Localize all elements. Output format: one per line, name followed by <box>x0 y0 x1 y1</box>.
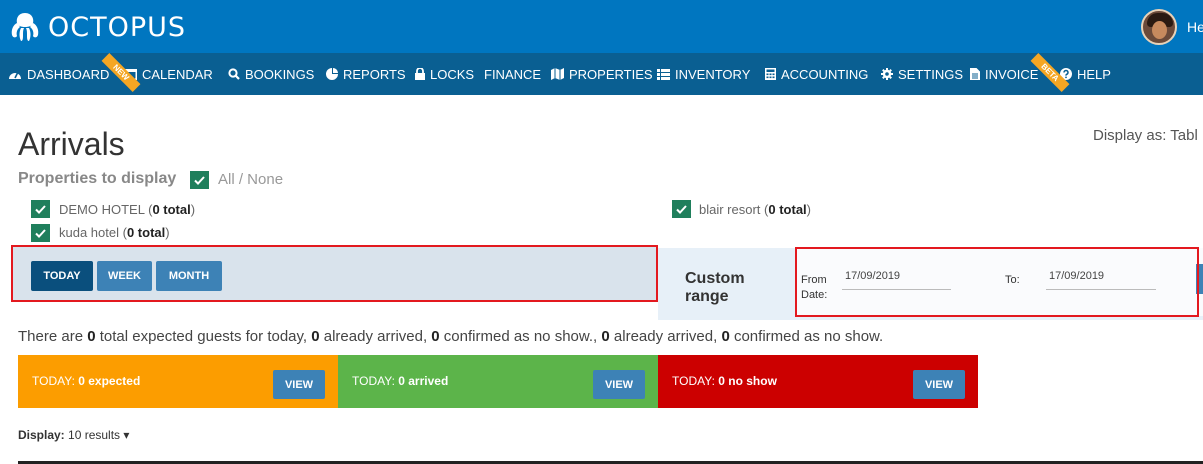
nav-settings[interactable]: SETTINGS <box>881 53 963 95</box>
nav-inventory[interactable]: INVENTORY <box>657 53 750 95</box>
brand-name: OCTOPUS <box>48 11 187 43</box>
highlight-box <box>11 245 658 302</box>
view-arrived-button[interactable]: VIEW <box>593 370 645 399</box>
logo[interactable]: OCTOPUS <box>8 10 186 44</box>
view-expected-button[interactable]: VIEW <box>273 370 325 399</box>
property-label-kuda-hotel: kuda hotel (0 total) <box>59 225 170 240</box>
nav-accounting-label: ACCOUNTING <box>781 66 869 82</box>
nav-help[interactable]: HELP <box>1060 53 1111 95</box>
user-greeting: Hey <box>1187 19 1203 35</box>
view-no-show-button[interactable]: VIEW <box>913 370 965 399</box>
property-checkbox-demo-hotel[interactable] <box>31 200 50 218</box>
arrived-card: TODAY: 0 arrived VIEW <box>338 355 658 408</box>
no-show-card: TODAY: 0 no show VIEW <box>658 355 978 408</box>
custom-range-label: Custom range <box>685 270 745 305</box>
octopus-logo-icon <box>11 13 39 41</box>
nav-locks-label: LOCKS <box>430 66 475 82</box>
map-icon <box>551 68 564 80</box>
property-checkbox-blair-resort[interactable] <box>672 200 691 218</box>
user-menu[interactable]: Hey <box>1141 9 1203 45</box>
calculator-icon <box>765 68 776 80</box>
display-results: Display: 10 results ▾ <box>18 428 129 442</box>
select-all-checkbox[interactable] <box>190 171 209 189</box>
nav-settings-label: SETTINGS <box>898 66 964 82</box>
page-title: Arrivals <box>18 126 125 162</box>
nav-dashboard-label: DASHBOARD <box>27 66 110 82</box>
search-icon <box>228 68 240 80</box>
caret-down-icon: ▾ <box>123 428 130 442</box>
all-none-toggle[interactable]: All / None <box>218 171 283 188</box>
nav-finance[interactable]: FINANCE <box>484 53 541 95</box>
property-label-demo-hotel: DEMO HOTEL (0 total) <box>59 202 196 217</box>
nav-dashboard[interactable]: DASHBOARD <box>8 53 109 95</box>
top-bar: OCTOPUS Hey <box>0 0 1203 53</box>
nav-help-label: HELP <box>1077 66 1111 82</box>
nav-accounting[interactable]: ACCOUNTING <box>765 53 868 95</box>
nav-inventory-label: INVENTORY <box>675 66 751 82</box>
property-label-blair-resort: blair resort (0 total) <box>699 202 812 217</box>
check-icon <box>35 228 46 238</box>
summary-text: There are 0 total expected guests for to… <box>18 328 884 345</box>
arrived-card-text: TODAY: 0 arrived <box>352 374 449 388</box>
nav-bookings-label: BOOKINGS <box>245 66 315 82</box>
nav-properties-label: PROPERTIES <box>569 66 653 82</box>
nav-reports[interactable]: REPORTS <box>326 53 406 95</box>
nav-finance-label: FINANCE <box>484 66 542 82</box>
check-icon <box>676 204 687 214</box>
expected-card: TODAY: 0 expected VIEW <box>18 355 338 408</box>
properties-label: Properties to display <box>18 170 177 187</box>
list-icon <box>657 68 670 80</box>
nav-invoice-label: INVOICE <box>985 66 1039 82</box>
nav-calendar[interactable]: CALENDAR <box>125 53 213 95</box>
lock-icon <box>415 68 425 80</box>
avatar <box>1141 9 1177 45</box>
nav-properties[interactable]: PROPERTIES <box>551 53 653 95</box>
gear-icon <box>881 68 893 80</box>
pie-chart-icon <box>326 68 338 80</box>
nav-calendar-label: CALENDAR <box>142 66 213 82</box>
nav-bookings[interactable]: BOOKINGS <box>228 53 314 95</box>
display-label: Display: <box>18 428 65 442</box>
expected-card-text: TODAY: 0 expected <box>32 374 141 388</box>
main-nav: DASHBOARD NEW CALENDAR BOOKINGS REPORTS … <box>0 53 1203 95</box>
dashboard-icon <box>9 71 21 79</box>
display-as-toggle[interactable]: Display as: Tabl <box>1093 127 1198 144</box>
results-select[interactable]: 10 results ▾ <box>68 428 129 442</box>
nav-reports-label: REPORTS <box>343 66 406 82</box>
check-icon <box>194 175 205 185</box>
nav-locks[interactable]: LOCKS <box>415 53 474 95</box>
file-icon <box>970 68 980 80</box>
highlight-box <box>795 247 1199 317</box>
no-show-card-text: TODAY: 0 no show <box>672 374 777 388</box>
property-checkbox-kuda-hotel[interactable] <box>31 224 50 242</box>
check-icon <box>35 204 46 214</box>
nav-invoice[interactable]: INVOICE <box>970 53 1038 95</box>
